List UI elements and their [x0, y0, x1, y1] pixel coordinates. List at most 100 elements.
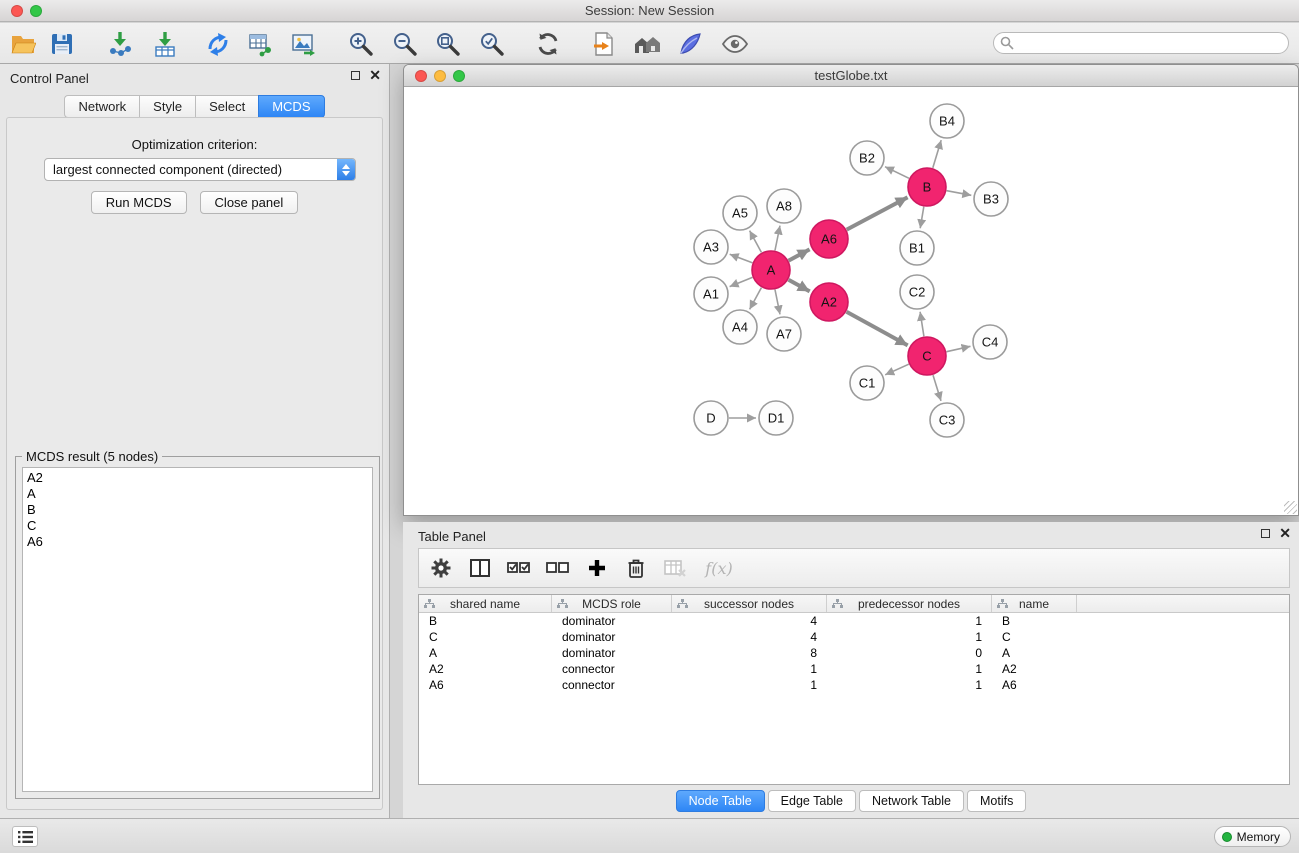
- show-graphics-details-eye-icon[interactable]: [721, 30, 749, 58]
- graph-node-C4[interactable]: C4: [973, 325, 1007, 359]
- graph-node-B4[interactable]: B4: [930, 104, 964, 138]
- control-tab-mcds[interactable]: MCDS: [258, 95, 324, 118]
- run-mcds-button[interactable]: Run MCDS: [91, 191, 187, 214]
- graph-node-B3[interactable]: B3: [974, 182, 1008, 216]
- graph-node-A4[interactable]: A4: [723, 310, 757, 344]
- import-table-file-icon[interactable]: [151, 30, 179, 58]
- mcds-result-item[interactable]: B: [27, 502, 372, 518]
- table-cell[interactable]: A: [992, 646, 1077, 660]
- graph-edge-A-A5[interactable]: [750, 231, 762, 253]
- optimization-criterion-select[interactable]: largest connected component (directed): [44, 158, 356, 181]
- zoom-window-icon[interactable]: [30, 5, 42, 17]
- home-network-icon[interactable]: [633, 30, 661, 58]
- delete-column-trash-icon[interactable]: [624, 556, 648, 580]
- zoom-fit-icon[interactable]: [434, 30, 462, 58]
- table-cell[interactable]: connector: [552, 678, 672, 692]
- table-cell[interactable]: dominator: [552, 630, 672, 644]
- style-icon[interactable]: [676, 30, 704, 58]
- zoom-selected-icon[interactable]: [478, 30, 506, 58]
- table-cell[interactable]: A2: [419, 662, 552, 676]
- network-window-titlebar[interactable]: testGlobe.txt: [404, 65, 1298, 87]
- table-cell[interactable]: A2: [992, 662, 1077, 676]
- new-network-icon[interactable]: [204, 30, 232, 58]
- resize-grip[interactable]: [1284, 501, 1297, 514]
- mcds-result-item[interactable]: A2: [27, 470, 372, 486]
- graph-node-A5[interactable]: A5: [723, 196, 757, 230]
- search-input[interactable]: [993, 32, 1289, 54]
- table-cell[interactable]: B: [992, 614, 1077, 628]
- table-row[interactable]: A2connector11A2: [419, 661, 1289, 677]
- apply-layout-icon[interactable]: [534, 30, 562, 58]
- float-table-panel-icon[interactable]: [1261, 529, 1270, 538]
- network-canvas[interactable]: B4B2BB3A5A8A6B1A3AC2A1A2A4A7C4CC1C3DD1: [405, 88, 1297, 514]
- graph-node-B2[interactable]: B2: [850, 141, 884, 175]
- graph-node-B[interactable]: B: [908, 168, 946, 206]
- close-network-window-icon[interactable]: [415, 70, 427, 82]
- column-layout-icon[interactable]: [468, 556, 492, 580]
- graph-edge-C-C4[interactable]: [947, 346, 971, 351]
- graph-node-C1[interactable]: C1: [850, 366, 884, 400]
- close-table-panel-icon[interactable]: ✕: [1279, 528, 1291, 538]
- zoom-out-icon[interactable]: [391, 30, 419, 58]
- graph-edge-B-B1[interactable]: [920, 207, 924, 229]
- graph-edge-C-C3[interactable]: [933, 375, 941, 401]
- table-cell[interactable]: dominator: [552, 614, 672, 628]
- table-tab-node-table[interactable]: Node Table: [676, 790, 765, 812]
- column-header-MCDS-role[interactable]: MCDS role: [552, 595, 672, 612]
- settings-gear-icon[interactable]: [429, 556, 453, 580]
- table-row[interactable]: Cdominator41C: [419, 629, 1289, 645]
- export-image-icon[interactable]: [289, 30, 317, 58]
- table-cell[interactable]: A: [419, 646, 552, 660]
- add-column-icon[interactable]: [585, 556, 609, 580]
- save-session-icon[interactable]: [48, 30, 76, 58]
- table-cell[interactable]: 4: [672, 630, 827, 644]
- mcds-result-item[interactable]: A6: [27, 534, 372, 550]
- table-cell[interactable]: 1: [672, 678, 827, 692]
- table-row[interactable]: Adominator80A: [419, 645, 1289, 661]
- column-header-shared-name[interactable]: shared name: [419, 595, 552, 612]
- close-window-icon[interactable]: [11, 5, 23, 17]
- graph-edge-A2-C[interactable]: [847, 312, 908, 346]
- task-history-button[interactable]: [12, 826, 38, 847]
- network-graph[interactable]: B4B2BB3A5A8A6B1A3AC2A1A2A4A7C4CC1C3DD1: [405, 88, 1297, 514]
- graph-node-A1[interactable]: A1: [694, 277, 728, 311]
- column-header-predecessor-nodes[interactable]: predecessor nodes: [827, 595, 992, 612]
- control-tab-style[interactable]: Style: [139, 95, 195, 118]
- graph-node-A8[interactable]: A8: [767, 189, 801, 223]
- table-tab-edge-table[interactable]: Edge Table: [768, 790, 856, 812]
- graph-edge-C-C1[interactable]: [885, 364, 909, 375]
- export-document-icon[interactable]: [590, 30, 618, 58]
- graph-node-B1[interactable]: B1: [900, 231, 934, 265]
- table-tab-network-table[interactable]: Network Table: [859, 790, 964, 812]
- graph-node-A6[interactable]: A6: [810, 220, 848, 258]
- graph-edge-A-A8[interactable]: [775, 226, 780, 251]
- table-row[interactable]: A6connector11A6: [419, 677, 1289, 693]
- close-panel-icon[interactable]: ✕: [369, 70, 381, 80]
- graph-node-C[interactable]: C: [908, 337, 946, 375]
- table-cell[interactable]: 1: [827, 614, 992, 628]
- graph-edge-A-A7[interactable]: [775, 290, 780, 315]
- open-session-icon[interactable]: [9, 30, 37, 58]
- graph-node-A3[interactable]: A3: [694, 230, 728, 264]
- column-header-successor-nodes[interactable]: successor nodes: [672, 595, 827, 612]
- table-cell[interactable]: A6: [419, 678, 552, 692]
- graph-node-C2[interactable]: C2: [900, 275, 934, 309]
- table-cell[interactable]: 0: [827, 646, 992, 660]
- graph-edge-A-A6[interactable]: [789, 249, 810, 260]
- graph-edge-A-A2[interactable]: [789, 280, 810, 292]
- table-cell[interactable]: 4: [672, 614, 827, 628]
- table-cell[interactable]: 1: [827, 662, 992, 676]
- table-cell[interactable]: 8: [672, 646, 827, 660]
- graph-node-A2[interactable]: A2: [810, 283, 848, 321]
- minimize-network-window-icon[interactable]: [434, 70, 446, 82]
- float-panel-icon[interactable]: [351, 71, 360, 80]
- table-cell[interactable]: B: [419, 614, 552, 628]
- table-tab-motifs[interactable]: Motifs: [967, 790, 1026, 812]
- zoom-in-icon[interactable]: [347, 30, 375, 58]
- graph-edge-A-A3[interactable]: [730, 254, 753, 263]
- graph-edge-A6-B[interactable]: [847, 197, 908, 229]
- close-panel-button[interactable]: Close panel: [200, 191, 299, 214]
- graph-edge-A-A1[interactable]: [730, 277, 753, 286]
- select-all-icon[interactable]: [507, 556, 531, 580]
- graph-node-A7[interactable]: A7: [767, 317, 801, 351]
